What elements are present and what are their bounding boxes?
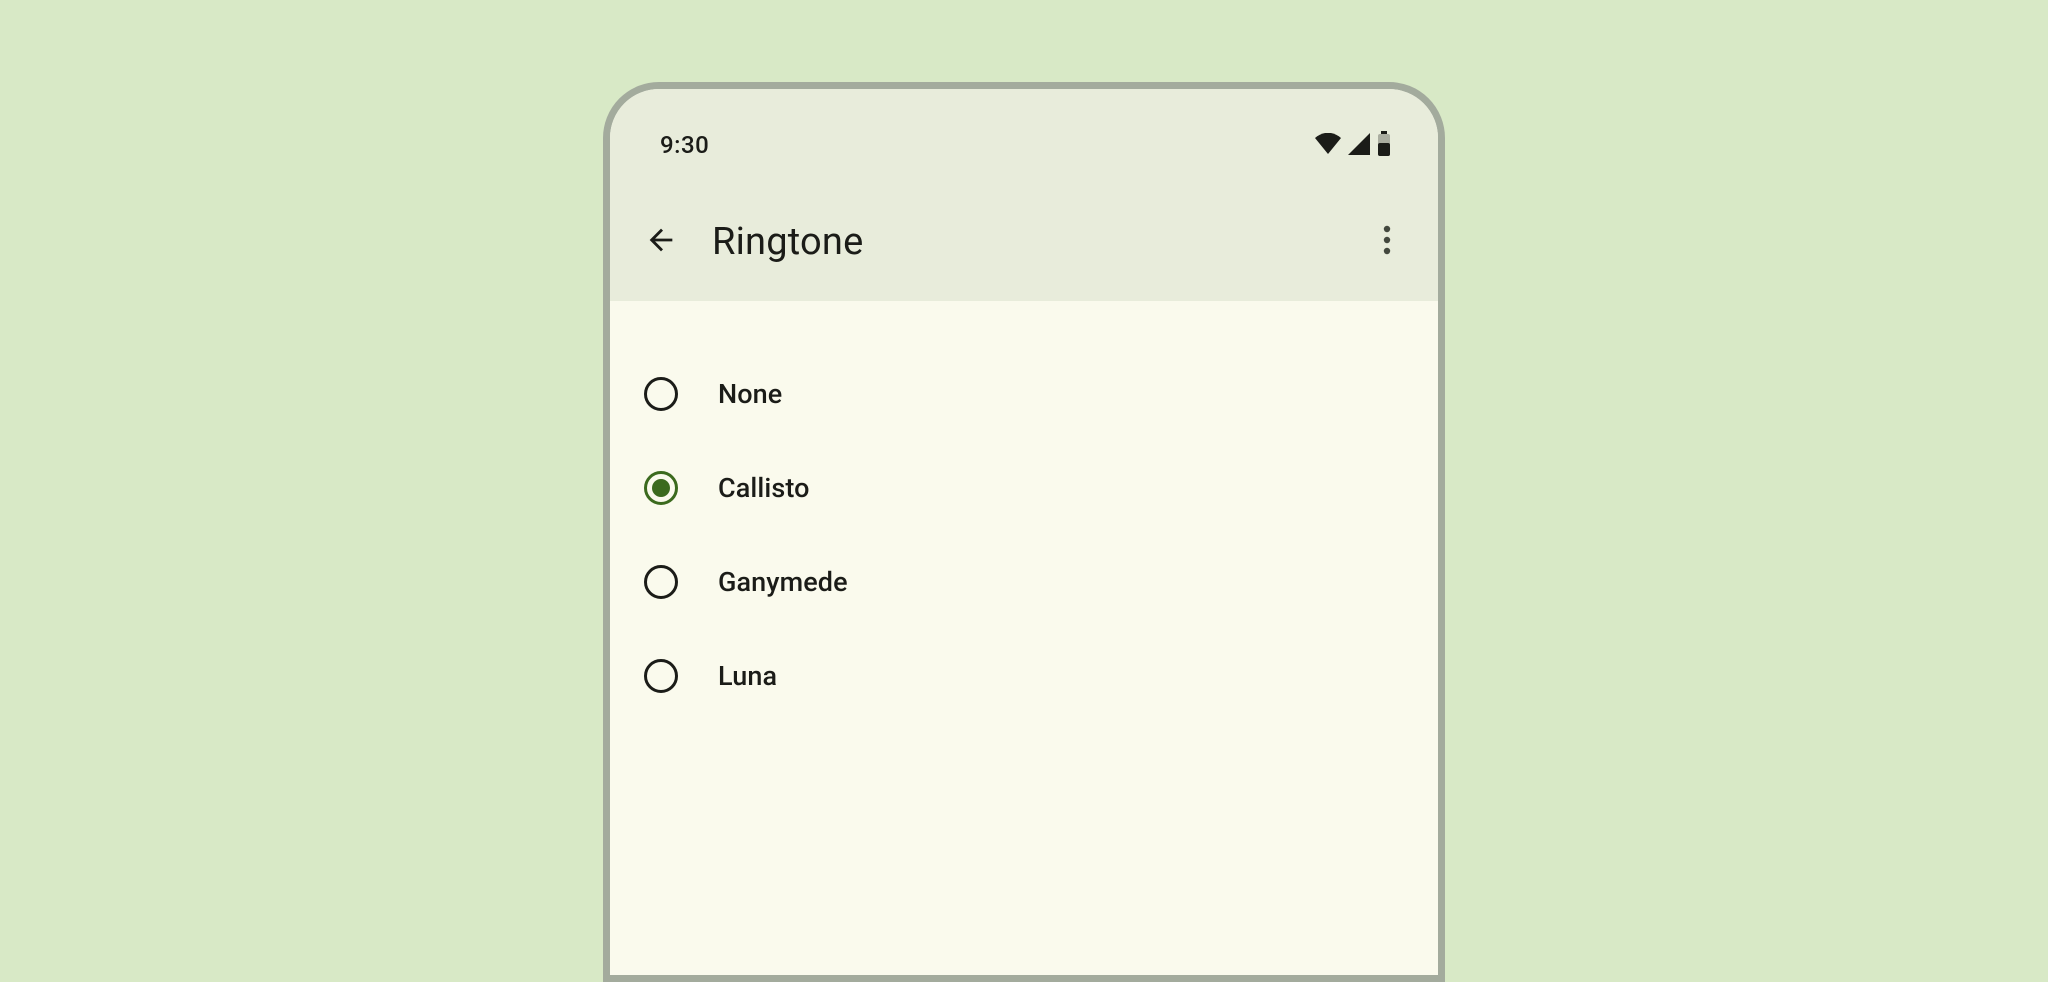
ringtone-list: None Callisto Ganymede Luna: [610, 301, 1438, 723]
page-title: Ringtone: [712, 220, 1364, 264]
ringtone-option-ganymede[interactable]: Ganymede: [610, 535, 1438, 629]
ringtone-option-luna[interactable]: Luna: [610, 629, 1438, 723]
ringtone-option-label: Ganymede: [718, 566, 848, 598]
radio-button[interactable]: [644, 377, 678, 411]
status-time: 9:30: [660, 129, 709, 159]
cellular-signal-icon: [1346, 133, 1372, 155]
phone-frame: 9:30 Ringtone: [603, 82, 1445, 982]
ringtone-option-label: Luna: [718, 660, 777, 692]
arrow-back-icon: [644, 223, 678, 261]
status-icons: [1314, 131, 1392, 157]
wifi-icon: [1314, 133, 1342, 155]
ringtone-option-callisto[interactable]: Callisto: [610, 441, 1438, 535]
back-button[interactable]: [638, 219, 684, 265]
more-vert-icon: [1383, 225, 1391, 259]
ringtone-option-label: Callisto: [718, 472, 810, 504]
battery-icon: [1376, 131, 1392, 157]
app-bar: Ringtone: [610, 199, 1438, 301]
radio-button[interactable]: [644, 565, 678, 599]
ringtone-option-none[interactable]: None: [610, 347, 1438, 441]
status-bar: 9:30: [610, 89, 1438, 199]
ringtone-option-label: None: [718, 378, 782, 410]
radio-button[interactable]: [644, 471, 678, 505]
radio-button[interactable]: [644, 659, 678, 693]
overflow-menu-button[interactable]: [1364, 219, 1410, 265]
